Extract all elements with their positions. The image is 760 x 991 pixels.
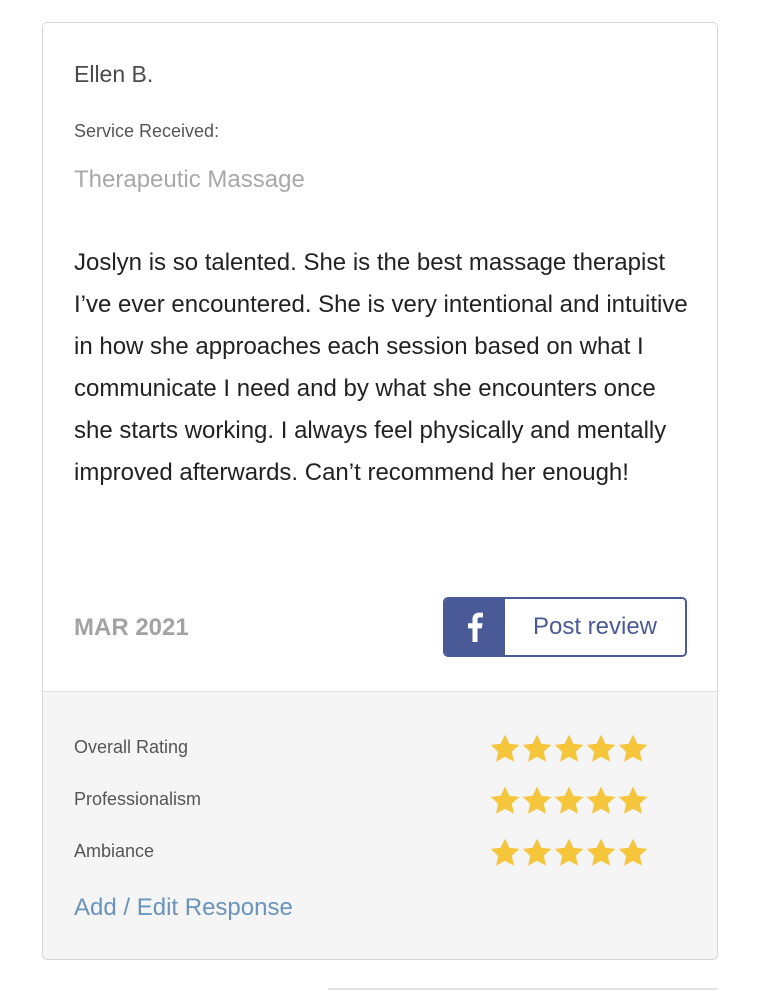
star-icon [585,837,617,867]
star-rating [489,785,649,815]
reviewer-name: Ellen B. [74,61,154,87]
star-icon [617,785,649,815]
rating-label: Professionalism [74,789,202,809]
star-icon [489,733,521,763]
rating-label: Ambiance [74,841,155,861]
facebook-post-review-button[interactable]: Post review [443,597,687,657]
review-text: Joslyn is so talented. She is the best m… [74,249,688,486]
star-icon [521,837,553,867]
add-edit-response-link[interactable]: Add / Edit Response [74,894,293,922]
rating-row-ambiance: Ambiance [74,837,654,867]
review-body: Ellen B. Service Received: Therapeutic M… [43,23,717,691]
star-icon [489,785,521,815]
star-icon [617,837,649,867]
star-icon [521,733,553,763]
star-icon [553,785,585,815]
divider [328,988,718,990]
star-icon [489,837,521,867]
rating-row-overall: Overall Rating [74,733,654,763]
star-icon [521,785,553,815]
post-review-label: Post review [505,599,685,655]
rating-row-professionalism: Professionalism [74,785,654,815]
star-rating [489,733,649,763]
star-icon [553,837,585,867]
rating-label: Overall Rating [74,737,189,757]
review-date: MAR 2021 [74,614,189,641]
star-icon [585,785,617,815]
star-rating [489,837,649,867]
service-received-label: Service Received: [74,121,220,141]
star-icon [553,733,585,763]
star-icon [617,733,649,763]
review-card: Ellen B. Service Received: Therapeutic M… [42,22,718,960]
ratings-panel: Overall Rating Professionalism Ambiance … [43,691,717,959]
facebook-icon [445,599,505,655]
star-icon [585,733,617,763]
service-received-value: Therapeutic Massage [74,166,305,193]
